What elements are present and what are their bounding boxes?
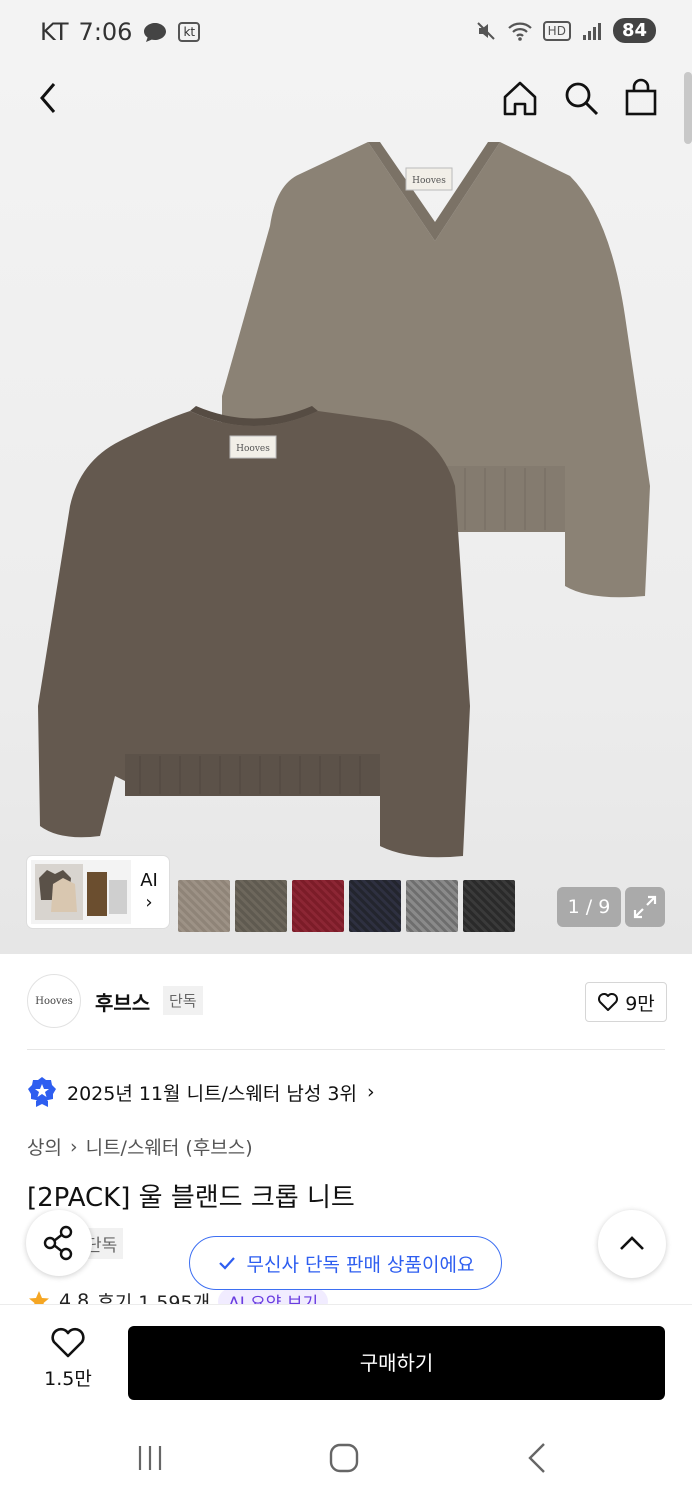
battery-level: 84 (612, 18, 656, 43)
recent-apps-icon[interactable] (130, 1438, 170, 1478)
home-button-icon[interactable] (324, 1438, 364, 1478)
brand-name[interactable]: 후브스 (95, 987, 150, 1016)
scroll-to-top-button[interactable] (598, 1210, 666, 1278)
brand-row[interactable]: Hooves 후브스 단독 9만 (27, 974, 667, 1030)
status-left: KT 7:06 kt (40, 18, 201, 46)
top-navigation (0, 66, 692, 130)
wifi-icon (507, 22, 532, 41)
ranking-text: 2025년 11월 니트/스웨터 남성 3위 (67, 1082, 357, 1105)
system-navigation-bar (0, 1422, 692, 1500)
image-pager: 1 / 9 (557, 887, 621, 927)
wishlist-button[interactable]: 1.5만 (36, 1327, 100, 1391)
swatch-grey[interactable] (406, 880, 458, 932)
swatch-burgundy[interactable] (292, 880, 344, 932)
hd-badge: HD (542, 20, 571, 41)
clock: 7:06 (78, 18, 133, 46)
status-right: HD 84 (475, 18, 656, 43)
brand-logo[interactable]: Hooves (27, 974, 81, 1028)
back-icon[interactable] (30, 78, 70, 118)
signal-icon (582, 22, 601, 40)
exclusive-badge: 단독 (163, 986, 203, 1015)
mute-icon (476, 21, 495, 40)
share-button[interactable] (26, 1210, 92, 1276)
brand-like-button[interactable]: 9만 (585, 982, 667, 1022)
swatch-navy[interactable] (349, 880, 401, 932)
divider (27, 1049, 665, 1050)
chevron-up-icon (620, 1236, 644, 1250)
shopping-bag-icon[interactable] (621, 78, 661, 118)
ranking-link[interactable]: 2025년 11월 니트/스웨터 남성 3위 › (27, 1076, 375, 1108)
styling-thumbnail-image (31, 860, 131, 924)
swatch-charcoal-brown[interactable] (235, 880, 287, 932)
chat-bubble-icon (144, 23, 167, 42)
product-image[interactable]: Hooves Hooves (0, 66, 692, 886)
purchase-bar: 1.5만 구매하기 (0, 1304, 692, 1422)
breadcrumb-top-category[interactable]: 상의 (27, 1133, 62, 1160)
status-bar: KT 7:06 kt HD 84 (0, 0, 692, 66)
heart-icon (51, 1327, 85, 1358)
swatch-oatmeal[interactable] (178, 880, 230, 932)
share-icon (43, 1225, 73, 1261)
vneck-label: Hooves (412, 176, 446, 186)
back-button-icon[interactable] (518, 1438, 558, 1478)
carrier-badge: kt (178, 22, 201, 42)
expand-icon[interactable] (625, 887, 665, 927)
breadcrumb-sub-category[interactable]: 니트/스웨터 (후브스) (86, 1133, 253, 1160)
wishlist-count: 1.5만 (44, 1368, 92, 1390)
breadcrumb: 상의 › 니트/스웨터 (후브스) (27, 1133, 253, 1160)
check-icon (218, 1257, 235, 1270)
buy-button[interactable]: 구매하기 (128, 1326, 665, 1400)
exclusive-toast: 무신사 단독 판매 상품이에요 (189, 1236, 502, 1290)
ai-label-group: AI › (131, 870, 167, 914)
ranking-badge-icon (28, 1077, 56, 1107)
ai-label: AI (140, 870, 158, 891)
breadcrumb-separator: › (69, 1135, 78, 1158)
ai-styling-thumbnail[interactable]: AI › (27, 856, 169, 928)
chevron-right-icon: › (366, 1081, 375, 1103)
product-title: [2PACK] 울 블랜드 크롭 니트 (27, 1183, 355, 1213)
brand-like-count: 9만 (625, 992, 655, 1015)
search-icon[interactable] (561, 78, 601, 118)
chevron-right-icon: › (145, 892, 153, 913)
heart-icon (598, 993, 619, 1011)
home-icon[interactable] (500, 78, 540, 118)
crewneck-sweater-image: Hooves (38, 406, 470, 858)
toast-text: 무신사 단독 판매 상품이에요 (246, 1253, 475, 1276)
crewneck-label: Hooves (236, 444, 270, 454)
color-swatch-list (178, 880, 515, 932)
carrier-label: KT (40, 18, 69, 46)
swatch-black[interactable] (463, 880, 515, 932)
